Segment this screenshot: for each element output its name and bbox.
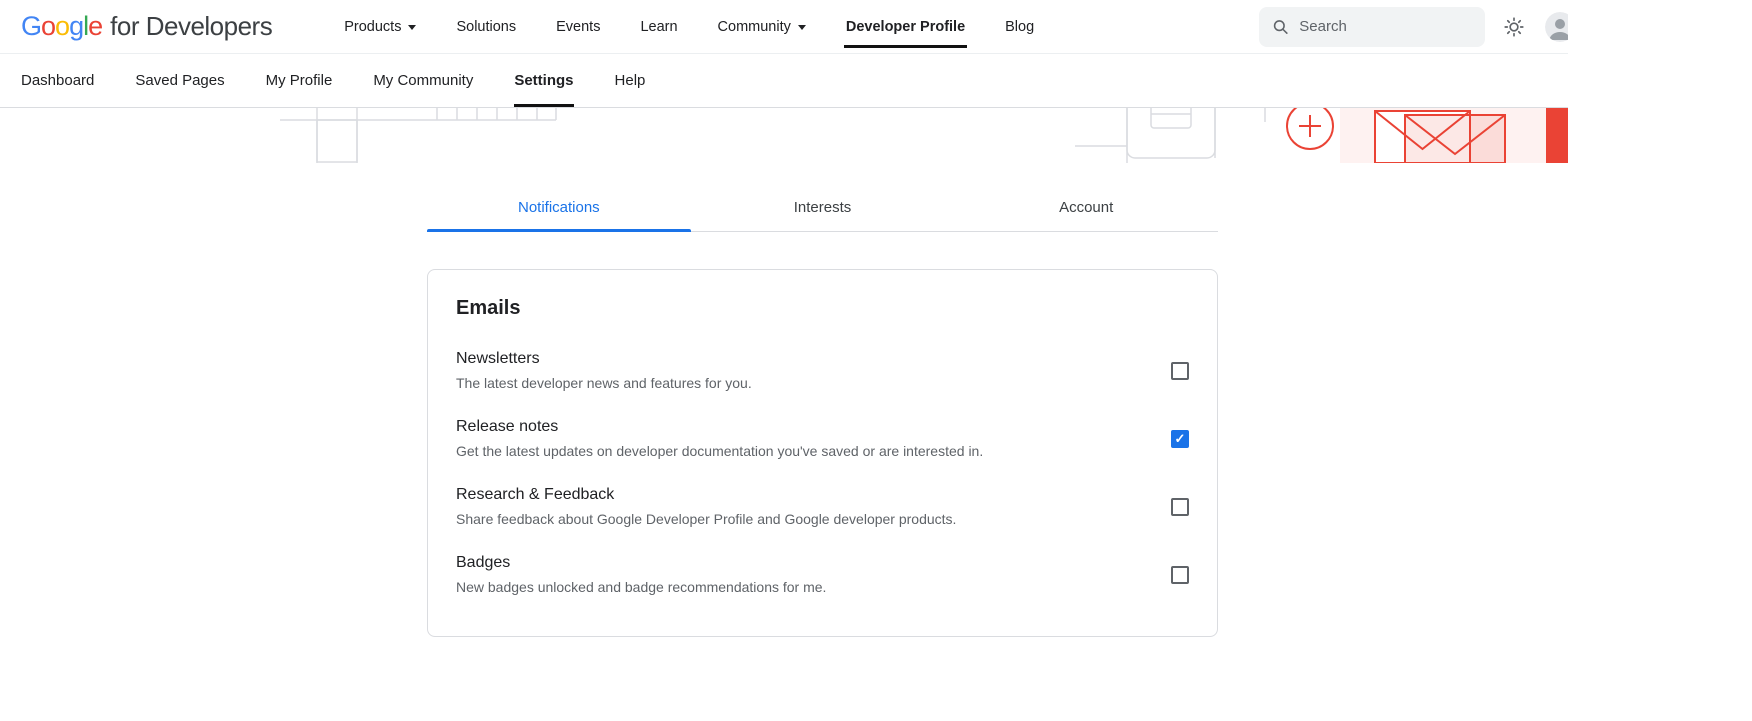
email-pref-text: Badges New badges unlocked and badge rec… — [456, 552, 826, 597]
logo-suffix: for Developers — [110, 11, 272, 42]
email-pref-row-research-feedback: Research & Feedback Share feedback about… — [456, 484, 1189, 529]
email-pref-title: Research & Feedback — [456, 484, 956, 506]
google-for-developers-logo[interactable]: Google for Developers — [21, 11, 272, 42]
email-pref-text: Release notes Get the latest updates on … — [456, 416, 983, 461]
settings-tabs: Notifications Interests Account — [427, 187, 1218, 232]
tab-interests[interactable]: Interests — [691, 187, 955, 231]
badges-checkbox[interactable] — [1171, 566, 1189, 584]
email-pref-title: Newsletters — [456, 348, 752, 370]
nav-item-events[interactable]: Events — [556, 15, 600, 39]
search-box[interactable] — [1259, 7, 1485, 47]
emails-card: Emails Newsletters The latest developer … — [427, 269, 1218, 637]
hero-banner — [0, 108, 1568, 163]
nav-item-label: Community — [718, 19, 791, 35]
nav-item-label: Developer Profile — [846, 19, 965, 35]
newsletters-checkbox[interactable] — [1171, 362, 1189, 380]
email-pref-description: Share feedback about Google Developer Pr… — [456, 509, 956, 529]
subnav-item-settings[interactable]: Settings — [514, 54, 573, 107]
nav-item-developer-profile[interactable]: Developer Profile — [846, 15, 965, 39]
search-icon — [1272, 17, 1289, 37]
sun-icon — [1503, 16, 1525, 38]
email-pref-text: Newsletters The latest developer news an… — [456, 348, 752, 393]
envelopes-icon — [1375, 111, 1505, 163]
red-edge-bar — [1546, 108, 1568, 163]
search-input[interactable] — [1299, 18, 1472, 35]
release-notes-checkbox[interactable] — [1171, 430, 1189, 448]
email-pref-text: Research & Feedback Share feedback about… — [456, 484, 956, 529]
nav-item-solutions[interactable]: Solutions — [456, 15, 516, 39]
email-pref-title: Badges — [456, 552, 826, 574]
email-pref-description: New badges unlocked and badge recommenda… — [456, 577, 826, 597]
emails-card-title: Emails — [456, 297, 1189, 320]
google-logo-wordmark: Google — [21, 11, 102, 42]
subnav-item-label: Saved Pages — [135, 72, 224, 89]
subnav-item-my-community[interactable]: My Community — [373, 54, 473, 107]
subnav-item-saved-pages[interactable]: Saved Pages — [135, 54, 224, 107]
tab-account[interactable]: Account — [954, 187, 1218, 231]
subnav-item-label: My Community — [373, 72, 473, 89]
research-feedback-checkbox[interactable] — [1171, 498, 1189, 516]
subnav-item-label: Dashboard — [21, 72, 94, 89]
plus-circle-icon — [1287, 108, 1333, 149]
nav-item-label: Products — [344, 19, 401, 35]
decorative-grid-right — [1075, 108, 1265, 163]
user-avatar[interactable] — [1545, 12, 1568, 42]
nav-item-label: Learn — [640, 19, 677, 35]
subnav-item-dashboard[interactable]: Dashboard — [21, 54, 94, 107]
email-pref-row-badges: Badges New badges unlocked and badge rec… — [456, 552, 1189, 597]
chevron-down-icon — [798, 25, 806, 30]
decorative-grid-left — [280, 108, 580, 163]
page: Google for Developers Products Solutions… — [0, 0, 1568, 637]
nav-item-label: Solutions — [456, 19, 516, 35]
subnav-item-my-profile[interactable]: My Profile — [266, 54, 333, 107]
nav-item-blog[interactable]: Blog — [1005, 15, 1034, 39]
nav-item-learn[interactable]: Learn — [640, 15, 677, 39]
subnav-item-label: My Profile — [266, 72, 333, 89]
nav-item-products[interactable]: Products — [344, 15, 416, 39]
tab-notifications[interactable]: Notifications — [427, 187, 691, 231]
subnav-item-help[interactable]: Help — [615, 54, 646, 107]
email-pref-description: Get the latest updates on developer docu… — [456, 441, 983, 461]
email-pref-description: The latest developer news and features f… — [456, 373, 752, 393]
nav-item-community[interactable]: Community — [718, 15, 806, 39]
nav-item-label: Events — [556, 19, 600, 35]
user-avatar-icon — [1545, 12, 1568, 42]
primary-nav: Products Solutions Events Learn Communit… — [344, 15, 1034, 39]
chevron-down-icon — [408, 25, 416, 30]
email-pref-row-release-notes: Release notes Get the latest updates on … — [456, 416, 1189, 461]
decorative-illustration-right — [1075, 108, 1568, 163]
top-header: Google for Developers Products Solutions… — [0, 0, 1568, 54]
subnav-item-label: Help — [615, 72, 646, 89]
profile-subnav: Dashboard Saved Pages My Profile My Comm… — [0, 54, 1568, 108]
nav-item-label: Blog — [1005, 19, 1034, 35]
subnav-item-label: Settings — [514, 72, 573, 89]
email-pref-row-newsletters: Newsletters The latest developer news an… — [456, 348, 1189, 393]
theme-toggle-button[interactable] — [1503, 16, 1525, 38]
email-pref-title: Release notes — [456, 416, 983, 438]
